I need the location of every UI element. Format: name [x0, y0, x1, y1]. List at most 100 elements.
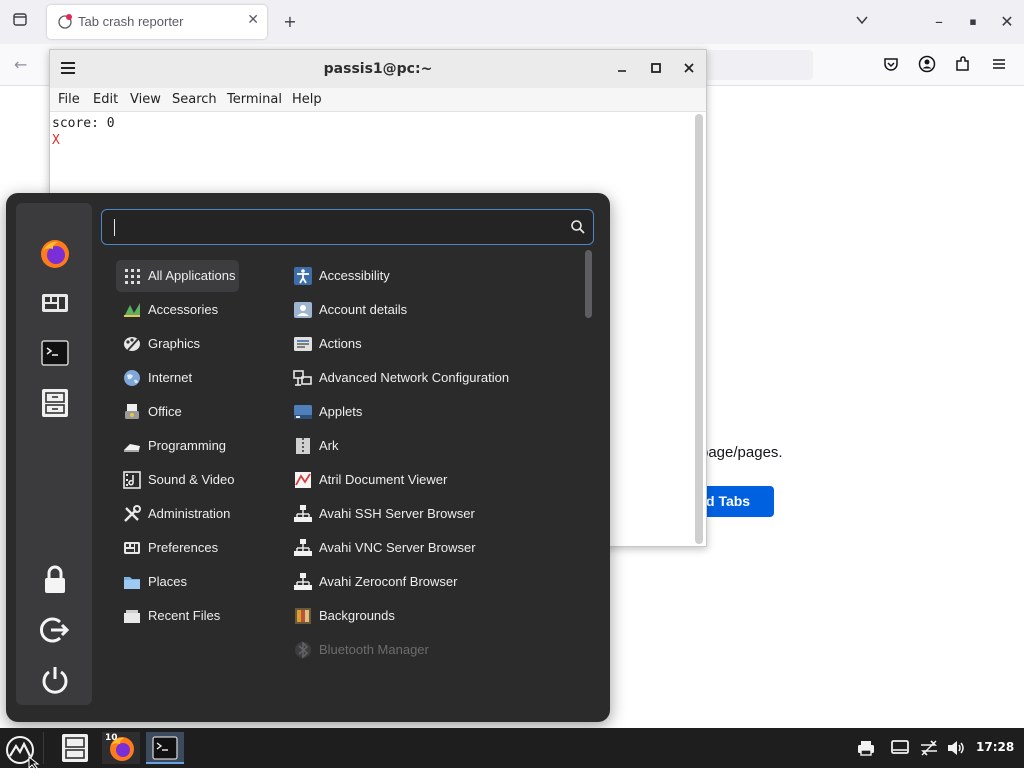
- backgrounds-icon: [293, 606, 313, 626]
- application-item[interactable]: Avahi SSH Server Browser: [287, 498, 577, 530]
- hamburger-menu-icon[interactable]: [990, 55, 1010, 75]
- category-label: Graphics: [148, 336, 201, 351]
- application-label: Ark: [319, 438, 339, 453]
- recent-files-icon: [122, 606, 142, 626]
- tools-icon: [122, 504, 142, 524]
- file-manager-icon[interactable]: [58, 732, 92, 764]
- application-item[interactable]: Applets: [287, 396, 577, 428]
- lock-icon[interactable]: [38, 563, 72, 597]
- application-item[interactable]: Ark: [287, 430, 577, 462]
- menu-help[interactable]: Help: [292, 92, 322, 107]
- accessibility-icon: [293, 266, 313, 286]
- category-item[interactable]: Office: [116, 396, 239, 428]
- programming-icon: [122, 436, 142, 456]
- power-icon[interactable]: [38, 663, 72, 697]
- application-item[interactable]: Account details: [287, 294, 577, 326]
- category-item[interactable]: Programming: [116, 430, 239, 462]
- accessories-icon: [122, 300, 142, 320]
- search-input[interactable]: [112, 216, 552, 238]
- application-item[interactable]: Atril Document Viewer: [287, 464, 577, 496]
- crash-reporter-icon: [57, 13, 73, 29]
- application-item[interactable]: Avahi Zeroconf Browser: [287, 566, 577, 598]
- minimize-icon[interactable]: –: [927, 10, 951, 34]
- chevron-down-icon[interactable]: [850, 10, 874, 34]
- pocket-icon[interactable]: [882, 55, 902, 75]
- firefox-window-count: 10: [105, 733, 118, 743]
- category-label: Administration: [148, 506, 231, 521]
- category-item[interactable]: Accessories: [116, 294, 239, 326]
- folder-icon: [122, 572, 142, 592]
- firefox-icon[interactable]: [38, 237, 72, 271]
- application-item[interactable]: Actions: [287, 328, 577, 360]
- category-label: Programming: [148, 438, 227, 453]
- text-caret: [114, 219, 115, 236]
- terminal-title: passis1@pc:~: [323, 61, 433, 77]
- preferences-icon: [122, 538, 142, 558]
- application-item[interactable]: Avahi VNC Server Browser: [287, 532, 577, 564]
- menu-edit[interactable]: Edit: [93, 92, 118, 107]
- search-box[interactable]: [101, 209, 594, 245]
- tab-title: Tab crash reporter: [78, 14, 184, 29]
- terminal-icon[interactable]: [38, 336, 72, 370]
- terminal-scrollbar[interactable]: [695, 114, 703, 544]
- category-item[interactable]: All Applications: [116, 260, 239, 292]
- firefox-tab[interactable]: Tab crash reporter ✕: [47, 5, 267, 39]
- minimize-icon[interactable]: [615, 60, 629, 79]
- category-item[interactable]: Sound & Video: [116, 464, 239, 496]
- account-icon[interactable]: [918, 55, 938, 75]
- tab-list-icon[interactable]: [8, 10, 32, 34]
- back-icon[interactable]: ←: [14, 55, 34, 75]
- new-tab-icon[interactable]: +: [278, 10, 302, 34]
- category-item[interactable]: Administration: [116, 498, 239, 530]
- application-label: Avahi VNC Server Browser: [319, 540, 476, 555]
- application-list-scrollbar[interactable]: [585, 250, 592, 318]
- url-bar[interactable]: [705, 50, 813, 80]
- menu-terminal[interactable]: Terminal: [227, 92, 282, 107]
- file-manager-icon[interactable]: [38, 386, 72, 420]
- graphics-icon: [122, 334, 142, 354]
- logout-icon[interactable]: [38, 613, 72, 647]
- application-label: Avahi Zeroconf Browser: [319, 574, 458, 589]
- application-item[interactable]: Advanced Network Configuration: [287, 362, 577, 394]
- category-label: Internet: [148, 370, 193, 385]
- office-icon: [122, 402, 142, 422]
- settings-manager-icon[interactable]: [38, 286, 72, 320]
- maximize-icon[interactable]: ▪: [961, 10, 985, 34]
- close-icon[interactable]: [682, 60, 696, 79]
- terminal-line: score: 0: [52, 116, 115, 131]
- category-item[interactable]: Preferences: [116, 532, 239, 564]
- menu-view[interactable]: View: [130, 92, 161, 107]
- display-icon[interactable]: [890, 738, 912, 770]
- volume-icon[interactable]: [946, 738, 968, 770]
- menu-file[interactable]: File: [58, 92, 80, 107]
- close-tab-icon[interactable]: ✕: [247, 12, 259, 28]
- document-viewer-icon: [293, 470, 313, 490]
- menu-search[interactable]: Search: [172, 92, 217, 107]
- extensions-icon[interactable]: [954, 55, 974, 75]
- application-item[interactable]: Accessibility: [287, 260, 577, 292]
- application-label: Actions: [319, 336, 362, 351]
- close-window-icon[interactable]: ✕: [995, 10, 1019, 34]
- application-menu: All Applications Accessories Graphics Inter…: [6, 193, 610, 722]
- media-icon: [122, 470, 142, 490]
- application-item[interactable]: Backgrounds: [287, 600, 577, 632]
- application-label: Advanced Network Configuration: [319, 370, 510, 385]
- category-item[interactable]: Recent Files: [116, 600, 239, 632]
- firefox-icon[interactable]: 10: [102, 732, 140, 764]
- category-item[interactable]: Internet: [116, 362, 239, 394]
- search-icon[interactable]: [570, 219, 586, 239]
- printer-icon[interactable]: [856, 738, 878, 770]
- network-icon[interactable]: [919, 738, 941, 770]
- category-item[interactable]: Places: [116, 566, 239, 598]
- application-item[interactable]: Bluetooth Manager: [287, 634, 577, 666]
- maximize-icon[interactable]: [649, 60, 663, 79]
- account-icon: [293, 300, 313, 320]
- category-item[interactable]: Graphics: [116, 328, 239, 360]
- application-label: Bluetooth Manager: [319, 642, 429, 657]
- globe-icon: [122, 368, 142, 388]
- terminal-icon[interactable]: [146, 732, 184, 764]
- menu-sidebar: [16, 203, 92, 705]
- firefox-tab-bar: Tab crash reporter ✕ + – ▪ ✕: [0, 0, 1024, 44]
- clock[interactable]: 17:28: [976, 740, 1014, 754]
- terminal-titlebar[interactable]: passis1@pc:~: [50, 50, 706, 88]
